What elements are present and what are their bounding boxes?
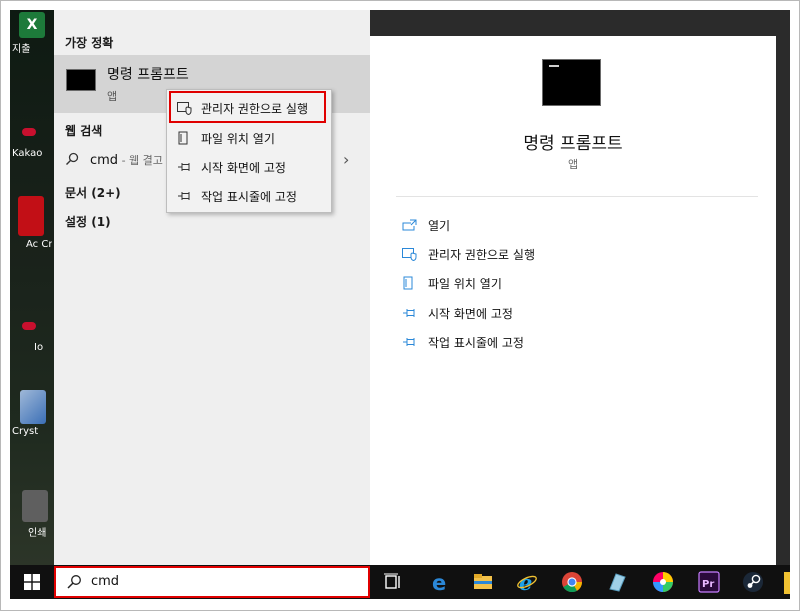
desktop-icon-excel[interactable]: X 지출 xyxy=(12,12,52,55)
taskbar-search-input[interactable]: cmd xyxy=(91,574,119,589)
cmd-icon xyxy=(66,69,96,91)
desktop-icon-io[interactable]: Io xyxy=(12,322,52,353)
web-search-suffix: - 웹 결고 xyxy=(118,154,163,167)
chevron-right-icon[interactable]: › xyxy=(343,150,349,169)
preview-subtitle: 앱 xyxy=(567,158,579,171)
excel-icon: X xyxy=(19,12,45,38)
preview-action-label: 시작 화면에 고정 xyxy=(428,306,513,321)
task-view-icon[interactable] xyxy=(382,571,404,593)
best-match-subtitle: 앱 xyxy=(107,90,118,103)
preview-action-pin-to-taskbar[interactable]: 작업 표시줄에 고정 xyxy=(401,332,524,352)
desktop-icon-strip xyxy=(10,10,54,565)
svg-text:Pr: Pr xyxy=(702,579,714,590)
context-item-label: 시작 화면에 고정 xyxy=(201,160,286,175)
highlight-box xyxy=(169,91,326,123)
context-pin-to-start[interactable]: 시작 화면에 고정 xyxy=(176,156,286,178)
preview-action-pin-to-start[interactable]: 시작 화면에 고정 xyxy=(401,303,513,323)
context-item-label: 작업 표시줄에 고정 xyxy=(201,189,297,204)
preview-action-label: 관리자 권한으로 실행 xyxy=(428,247,535,262)
desktop-icon-crystal[interactable]: Cryst xyxy=(12,390,52,437)
desktop-icon-kakao[interactable]: Kakao xyxy=(12,128,52,159)
internet-explorer-icon[interactable]: e xyxy=(516,571,538,593)
web-search-header: 웹 검색 xyxy=(65,124,103,138)
open-icon xyxy=(401,218,417,232)
acrobat-icon xyxy=(18,196,44,236)
search-icon xyxy=(67,575,81,589)
premiere-icon[interactable]: Pr xyxy=(698,571,720,593)
web-search-term: cmd xyxy=(90,153,119,168)
desktop-icon-label: Kakao xyxy=(12,148,43,159)
preview-action-run-as-admin[interactable]: 관리자 권한으로 실행 xyxy=(401,244,535,264)
desktop-icon-label: Ac Cre xyxy=(26,239,52,250)
preview-action-label: 작업 표시줄에 고정 xyxy=(428,335,524,350)
preview-title: 명령 프롬프트 xyxy=(523,134,623,154)
steam-icon[interactable] xyxy=(742,571,764,593)
web-search-query: cmd - 웹 결고 xyxy=(90,152,163,168)
taskbar-overflow-edge xyxy=(784,572,790,594)
start-menu-edge xyxy=(776,10,790,565)
app-icon[interactable] xyxy=(606,571,628,593)
cmd-icon xyxy=(542,59,601,106)
start-button[interactable] xyxy=(10,565,54,599)
pin-icon xyxy=(401,306,417,320)
chrome-icon[interactable] xyxy=(561,571,583,593)
settings-header[interactable]: 설정 (1) xyxy=(65,213,111,230)
pin-icon xyxy=(176,189,192,203)
best-match-title: 명령 프롬프트 xyxy=(107,67,189,83)
file-explorer-icon[interactable] xyxy=(472,571,494,593)
desktop-icon-label: Cryst xyxy=(12,426,39,437)
preview-pane xyxy=(370,36,776,565)
best-match-header: 가장 정확 xyxy=(65,36,114,50)
context-pin-to-taskbar[interactable]: 작업 표시줄에 고정 xyxy=(176,185,297,207)
crystal-icon xyxy=(20,390,46,424)
svg-text:e: e xyxy=(519,571,532,593)
shield-icon xyxy=(401,247,417,261)
search-icon xyxy=(66,152,79,165)
desktop-icon-label: Io xyxy=(34,342,44,353)
preview-action-label: 열기 xyxy=(428,218,451,233)
pin-icon xyxy=(176,160,192,174)
desktop-icon-label: 인쇄 xyxy=(28,528,47,539)
preview-action-label: 파일 위치 열기 xyxy=(428,276,502,291)
printer-icon xyxy=(22,490,48,522)
edge-icon[interactable]: e xyxy=(429,571,451,593)
kakao-icon xyxy=(22,128,36,136)
svg-text:e: e xyxy=(432,571,446,593)
file-location-icon xyxy=(176,131,192,145)
desktop-icon-print[interactable]: 인쇄 xyxy=(12,490,52,539)
color-wheel-icon[interactable] xyxy=(652,571,674,593)
preview-action-open[interactable]: 열기 xyxy=(401,215,450,235)
context-open-file-location[interactable]: 파일 위치 열기 xyxy=(176,127,275,149)
desktop-icon-acrobat[interactable]: Ac Cre xyxy=(12,196,52,251)
file-location-icon xyxy=(401,276,417,290)
preview-divider xyxy=(396,196,758,197)
windows-icon xyxy=(24,574,40,590)
preview-action-open-file-location[interactable]: 파일 위치 열기 xyxy=(401,273,502,293)
desktop-icon-label: 지출 xyxy=(12,44,31,55)
pin-icon xyxy=(401,335,417,349)
context-item-label: 파일 위치 열기 xyxy=(201,131,275,146)
app-icon xyxy=(22,322,36,330)
documents-header[interactable]: 문서 (2+) xyxy=(65,184,121,201)
